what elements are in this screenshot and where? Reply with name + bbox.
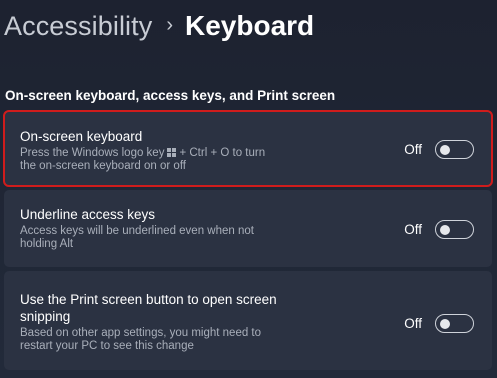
underline-access-keys-setting: Underline access keys Access keys will b…: [4, 190, 492, 267]
setting-description-line: Access keys will be underlined even when…: [20, 225, 254, 237]
toggle-knob: [440, 144, 450, 155]
print-screen-snipping-setting: Use the Print screen button to open scre…: [4, 271, 492, 370]
setting-title: Underline access keys: [20, 207, 156, 222]
toggle-state-label: Off: [404, 222, 422, 237]
toggle-state-label: Off: [404, 316, 422, 331]
chevron-right-icon: ›: [166, 13, 174, 36]
print-screen-snipping-toggle[interactable]: [435, 314, 474, 333]
setting-description-line: Press the Windows logo key + Ctrl + O to …: [20, 147, 265, 160]
windows-logo-icon: [167, 148, 177, 157]
setting-title-line: Use the Print screen button to open scre…: [20, 292, 277, 307]
setting-description-line: Based on other app settings, you might n…: [20, 327, 262, 339]
setting-description: Press the Windows logo key + Ctrl + O to …: [20, 147, 265, 173]
on-screen-keyboard-setting: On-screen keyboard Press the Windows log…: [3, 110, 493, 187]
toggle-knob: [440, 318, 450, 329]
setting-description: Access keys will be underlined even when…: [20, 225, 254, 251]
toggle-knob: [440, 224, 450, 235]
setting-description-line: the on-screen keyboard on or off: [20, 160, 187, 172]
toggle-state-label: Off: [404, 142, 422, 157]
on-screen-keyboard-toggle[interactable]: [435, 140, 474, 159]
setting-description-text: Press the Windows logo key: [20, 147, 165, 159]
underline-access-keys-toggle[interactable]: [435, 220, 474, 239]
setting-title-line: snipping: [20, 309, 71, 324]
setting-title: On-screen keyboard: [20, 129, 143, 144]
page-title: Keyboard: [185, 10, 315, 41]
section-title: On-screen keyboard, access keys, and Pri…: [5, 88, 336, 103]
setting-description-text: + Ctrl + O to turn: [179, 147, 266, 159]
setting-description: Based on other app settings, you might n…: [20, 327, 261, 353]
setting-title: Use the Print screen button to open scre…: [20, 291, 277, 325]
setting-description-line: holding Alt: [20, 238, 74, 250]
setting-description-line: restart your PC to see this change: [20, 340, 194, 352]
breadcrumb: Accessibility › Keyboard: [4, 6, 314, 46]
settings-page: Accessibility › Keyboard On-screen keybo…: [0, 0, 497, 378]
breadcrumb-accessibility-link[interactable]: Accessibility: [4, 11, 152, 42]
